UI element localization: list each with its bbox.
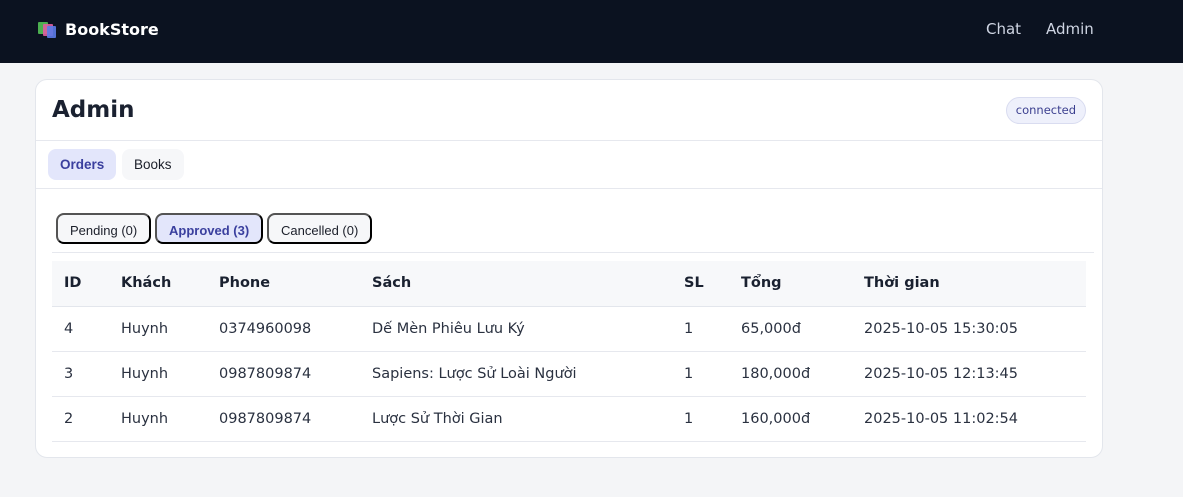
table-header-row: ID Khách Phone Sách SL Tổng Thời gian [52,261,1086,307]
orders-table: ID Khách Phone Sách SL Tổng Thời gian 4 … [52,261,1086,442]
main-tabs: Orders Books [36,141,1102,189]
table-row: 3 Huynh 0987809874 Sapiens: Lược Sử Loài… [52,351,1086,397]
cell-quantity: 1 [672,351,729,397]
cell-quantity: 1 [672,306,729,352]
subtab-pending[interactable]: Pending (0) [56,213,152,244]
table-row: 4 Huynh 0374960098 Dế Mèn Phiêu Lưu Ký 1… [52,306,1086,352]
card-header: Admin connected [36,80,1102,141]
cell-id: 2 [52,396,109,442]
order-status-tabs: Pending (0) Approved (3) Cancelled (0) [52,189,1094,253]
cell-quantity: 1 [672,396,729,442]
cell-book: Dế Mèn Phiêu Lưu Ký [360,306,672,352]
cell-total: 160,000đ [729,396,852,442]
tab-books[interactable]: Books [122,149,184,180]
cell-total: 65,000đ [729,306,852,352]
brand[interactable]: BookStore [38,20,159,39]
column-header-book: Sách [360,261,672,307]
column-header-quantity: SL [672,261,729,307]
cell-phone: 0374960098 [207,306,360,352]
page-title: Admin [52,97,135,123]
cell-customer: Huynh [109,396,207,442]
column-header-customer: Khách [109,261,207,307]
cell-time: 2025-10-05 12:13:45 [852,351,1086,397]
column-header-id: ID [52,261,109,307]
cell-total: 180,000đ [729,351,852,397]
cell-customer: Huynh [109,306,207,352]
cell-phone: 0987809874 [207,396,360,442]
table-row: 2 Huynh 0987809874 Lược Sử Thời Gian 1 1… [52,396,1086,442]
admin-card: Admin connected Orders Books Pending (0)… [35,79,1103,458]
nav-link-admin[interactable]: Admin [1046,20,1094,38]
nav-link-chat[interactable]: Chat [986,20,1021,38]
connection-status-badge: connected [1005,97,1086,124]
cell-time: 2025-10-05 11:02:54 [852,396,1086,442]
cell-time: 2025-10-05 15:30:05 [852,306,1086,352]
cell-phone: 0987809874 [207,351,360,397]
cell-book: Lược Sử Thời Gian [360,396,672,442]
books-logo-icon [38,21,56,39]
column-header-time: Thời gian [852,261,1086,307]
tab-orders[interactable]: Orders [48,149,117,180]
cell-customer: Huynh [109,351,207,397]
column-header-total: Tổng [729,261,852,307]
cell-id: 4 [52,306,109,352]
cell-book: Sapiens: Lược Sử Loài Người [360,351,672,397]
subtab-approved[interactable]: Approved (3) [155,213,264,244]
cell-id: 3 [52,351,109,397]
subtab-cancelled[interactable]: Cancelled (0) [267,213,373,244]
top-navbar: BookStore Chat Admin [0,0,1183,63]
column-header-phone: Phone [207,261,360,307]
brand-name: BookStore [65,20,159,39]
